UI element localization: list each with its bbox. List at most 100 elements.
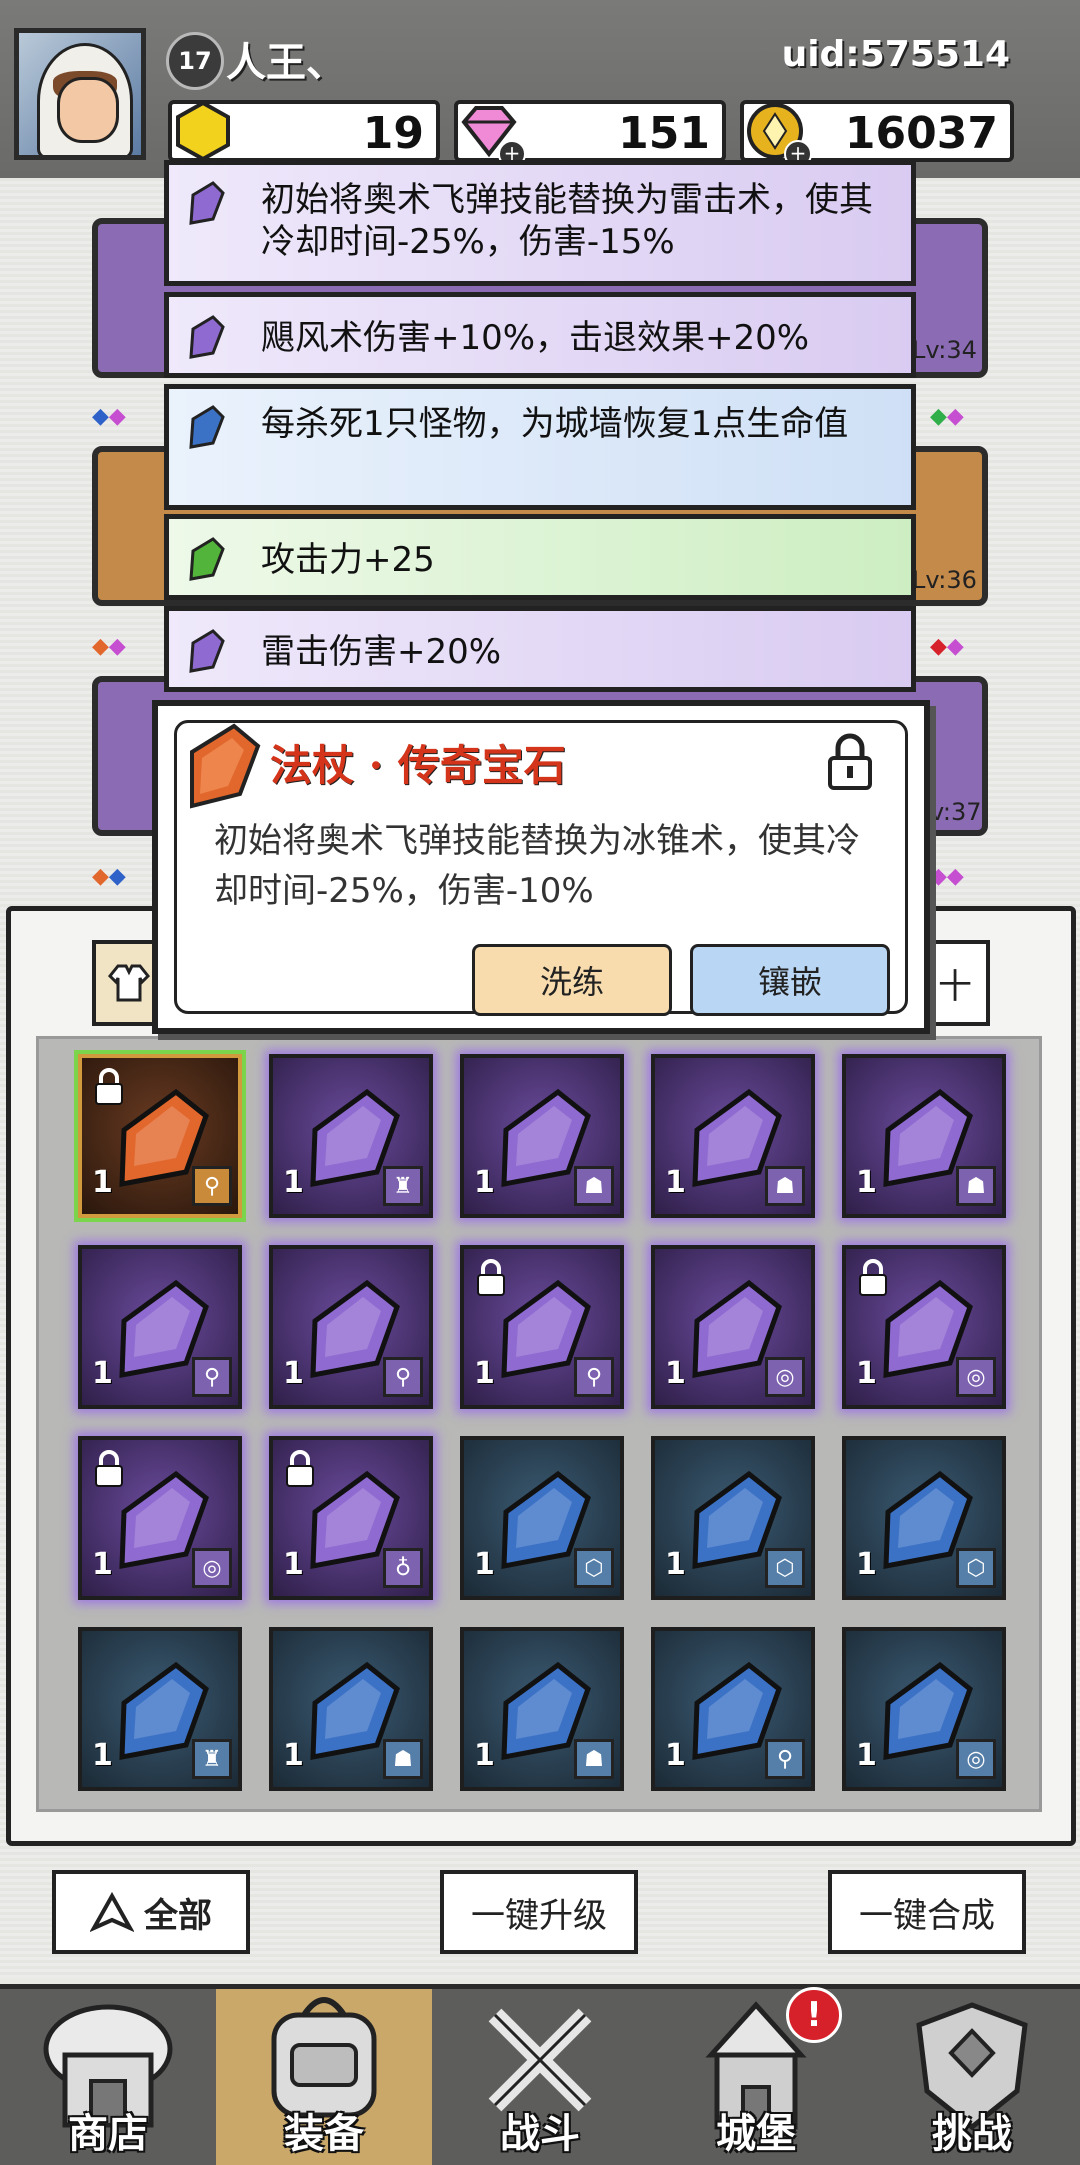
boots-icon: ☗ — [574, 1739, 614, 1779]
ring-icon: ◎ — [765, 1357, 805, 1397]
inventory-cell[interactable]: 1 ♜ — [78, 1627, 242, 1791]
item-count: 1 — [856, 1356, 877, 1391]
merge-all-button[interactable]: 一键合成 — [828, 1870, 1026, 1954]
inventory-cell[interactable]: 1 ⚲ — [269, 1245, 433, 1409]
boots-icon: ☗ — [383, 1739, 423, 1779]
inventory-cell[interactable]: 1 ☗ — [460, 1627, 624, 1791]
green-gem-icon — [189, 537, 225, 581]
armor-icon: ♜ — [383, 1166, 423, 1206]
item-count: 1 — [474, 1738, 495, 1773]
staff-icon: ⚲ — [765, 1739, 805, 1779]
coin-count: 16037 — [844, 108, 998, 159]
coin-resource[interactable]: + 16037 — [740, 100, 1014, 168]
socket-dots-left-2: ◆◆ — [92, 634, 126, 659]
inventory-cell[interactable]: 1 ☗ — [460, 1054, 624, 1218]
tooltip-effect-2: 飓风术伤害+10%，击退效果+20% — [164, 292, 916, 378]
filter-all-label: 全部 — [144, 1895, 212, 1936]
ring-icon: ◎ — [956, 1357, 996, 1397]
inventory-cell[interactable]: 1 ⬡ — [842, 1436, 1006, 1600]
staff-icon: ⚲ — [192, 1357, 232, 1397]
lock-icon — [477, 1259, 505, 1296]
staff-icon: ⚲ — [192, 1166, 232, 1206]
necklace-icon: ♁ — [383, 1548, 423, 1588]
inlay-button[interactable]: 镶嵌 — [690, 944, 890, 1016]
lock-icon — [859, 1259, 887, 1296]
gold-gem-count: 19 — [362, 108, 424, 159]
inventory-cell[interactable]: 1 ⚲ — [460, 1245, 624, 1409]
inventory-cell[interactable]: 1 ⬡ — [460, 1436, 624, 1600]
panel-right-tab-label: 十 — [938, 966, 972, 1007]
nav-challenge[interactable]: 挑战 — [864, 1989, 1080, 2165]
castle-alert-badge: ! — [786, 1987, 842, 2043]
purple-gem-icon — [189, 315, 225, 359]
slot-level-3: v:37 — [930, 798, 982, 826]
inventory-cell[interactable]: 1 ☗ — [842, 1054, 1006, 1218]
item-count: 1 — [283, 1356, 304, 1391]
item-count: 1 — [474, 1165, 495, 1200]
nav-challenge-label: 挑战 — [932, 2111, 1012, 2157]
upgrade-all-label: 一键升级 — [471, 1895, 607, 1936]
upgrade-all-button[interactable]: 一键升级 — [440, 1870, 638, 1954]
triangle-up-icon — [90, 1892, 134, 1932]
inventory-cell[interactable]: 1 ♜ — [269, 1054, 433, 1218]
slot-level-1: Lv:34 — [912, 336, 977, 364]
ring-icon: ◎ — [192, 1548, 232, 1588]
tooltip-effect-1: 初始将奥术飞弹技能替换为雷击术，使其冷却时间-25%，伤害-15% — [164, 160, 916, 286]
player-level-value: 17 — [178, 47, 212, 75]
inventory-cell[interactable]: 1 ◎ — [842, 1245, 1006, 1409]
item-count: 1 — [474, 1547, 495, 1582]
diamond-resource[interactable]: + 151 — [454, 100, 726, 168]
tooltip-effect-5: 雷击伤害+20% — [164, 606, 916, 692]
tooltip-effect-2-text: 飓风术伤害+10%，击退效果+20% — [261, 318, 810, 358]
nav-shop[interactable]: 商店 — [0, 1989, 216, 2165]
inventory-cell[interactable]: 1 ⚲ — [78, 1054, 242, 1218]
shield-icon: ⬡ — [956, 1548, 996, 1588]
tooltip-effect-4: 攻击力+25 — [164, 514, 916, 600]
refine-button[interactable]: 洗练 — [472, 944, 672, 1016]
boots-icon: ☗ — [956, 1166, 996, 1206]
socket-dots-right-1: ◆◆ — [930, 404, 964, 429]
player-level-badge: 17 — [166, 32, 224, 90]
slot-level-2: Lv:36 — [912, 566, 977, 594]
bottom-nav: 商店 装备 战斗 ! 城堡 挑战 — [0, 1984, 1080, 2165]
item-count: 1 — [665, 1356, 686, 1391]
filter-all-button[interactable]: 全部 — [52, 1870, 250, 1954]
inlay-button-label: 镶嵌 — [757, 963, 822, 1001]
item-count: 1 — [856, 1165, 877, 1200]
socket-dots-left-3: ◆◆ — [92, 864, 126, 889]
inventory-cell[interactable]: 1 ⚲ — [651, 1627, 815, 1791]
panel-right-tab[interactable]: 十 — [920, 940, 990, 1026]
tooltip-effect-3-text: 每杀死1只怪物，为城墙恢复1点生命值 — [261, 404, 849, 444]
nav-castle[interactable]: ! 城堡 — [648, 1987, 864, 2165]
staff-icon: ⚲ — [574, 1357, 614, 1397]
player-name: 人王、 — [226, 40, 346, 86]
item-count: 1 — [283, 1738, 304, 1773]
inventory-cell[interactable]: 1 ☗ — [269, 1627, 433, 1791]
inventory-cell[interactable]: 1 ◎ — [842, 1627, 1006, 1791]
player-avatar[interactable] — [14, 28, 146, 160]
tooltip-effect-1-text: 初始将奥术飞弹技能替换为雷击术，使其冷却时间-25%，伤害-15% — [261, 180, 873, 262]
inventory-cell[interactable]: 1 ◎ — [651, 1245, 815, 1409]
staff-icon: ⚲ — [383, 1357, 423, 1397]
lock-icon[interactable] — [824, 730, 876, 792]
item-count: 1 — [92, 1165, 113, 1200]
boots-icon: ☗ — [765, 1166, 805, 1206]
nav-battle[interactable]: 战斗 — [432, 1989, 648, 2165]
inventory-cell[interactable]: 1 ◎ — [78, 1436, 242, 1600]
nav-equipment-label: 装备 — [284, 2111, 364, 2157]
inventory-cell[interactable]: 1 ☗ — [651, 1054, 815, 1218]
gold-gem-resource[interactable]: 19 — [168, 100, 440, 162]
player-uid: uid:575514 — [781, 34, 1010, 75]
inventory-cell[interactable]: 1 ♁ — [269, 1436, 433, 1600]
nav-equipment[interactable]: 装备 — [216, 1989, 432, 2165]
inventory-cell[interactable]: 1 ⚲ — [78, 1245, 242, 1409]
item-count: 1 — [283, 1165, 304, 1200]
item-count: 1 — [665, 1738, 686, 1773]
nav-castle-label: 城堡 — [716, 2111, 796, 2157]
shield-icon: ⬡ — [574, 1548, 614, 1588]
shield-icon: ⬡ — [765, 1548, 805, 1588]
inventory-cell[interactable]: 1 ⬡ — [651, 1436, 815, 1600]
diamond-count: 151 — [618, 108, 710, 159]
dialog-title: 法杖 · 传奇宝石 — [270, 741, 566, 790]
tooltip-effect-4-text: 攻击力+25 — [261, 540, 435, 580]
